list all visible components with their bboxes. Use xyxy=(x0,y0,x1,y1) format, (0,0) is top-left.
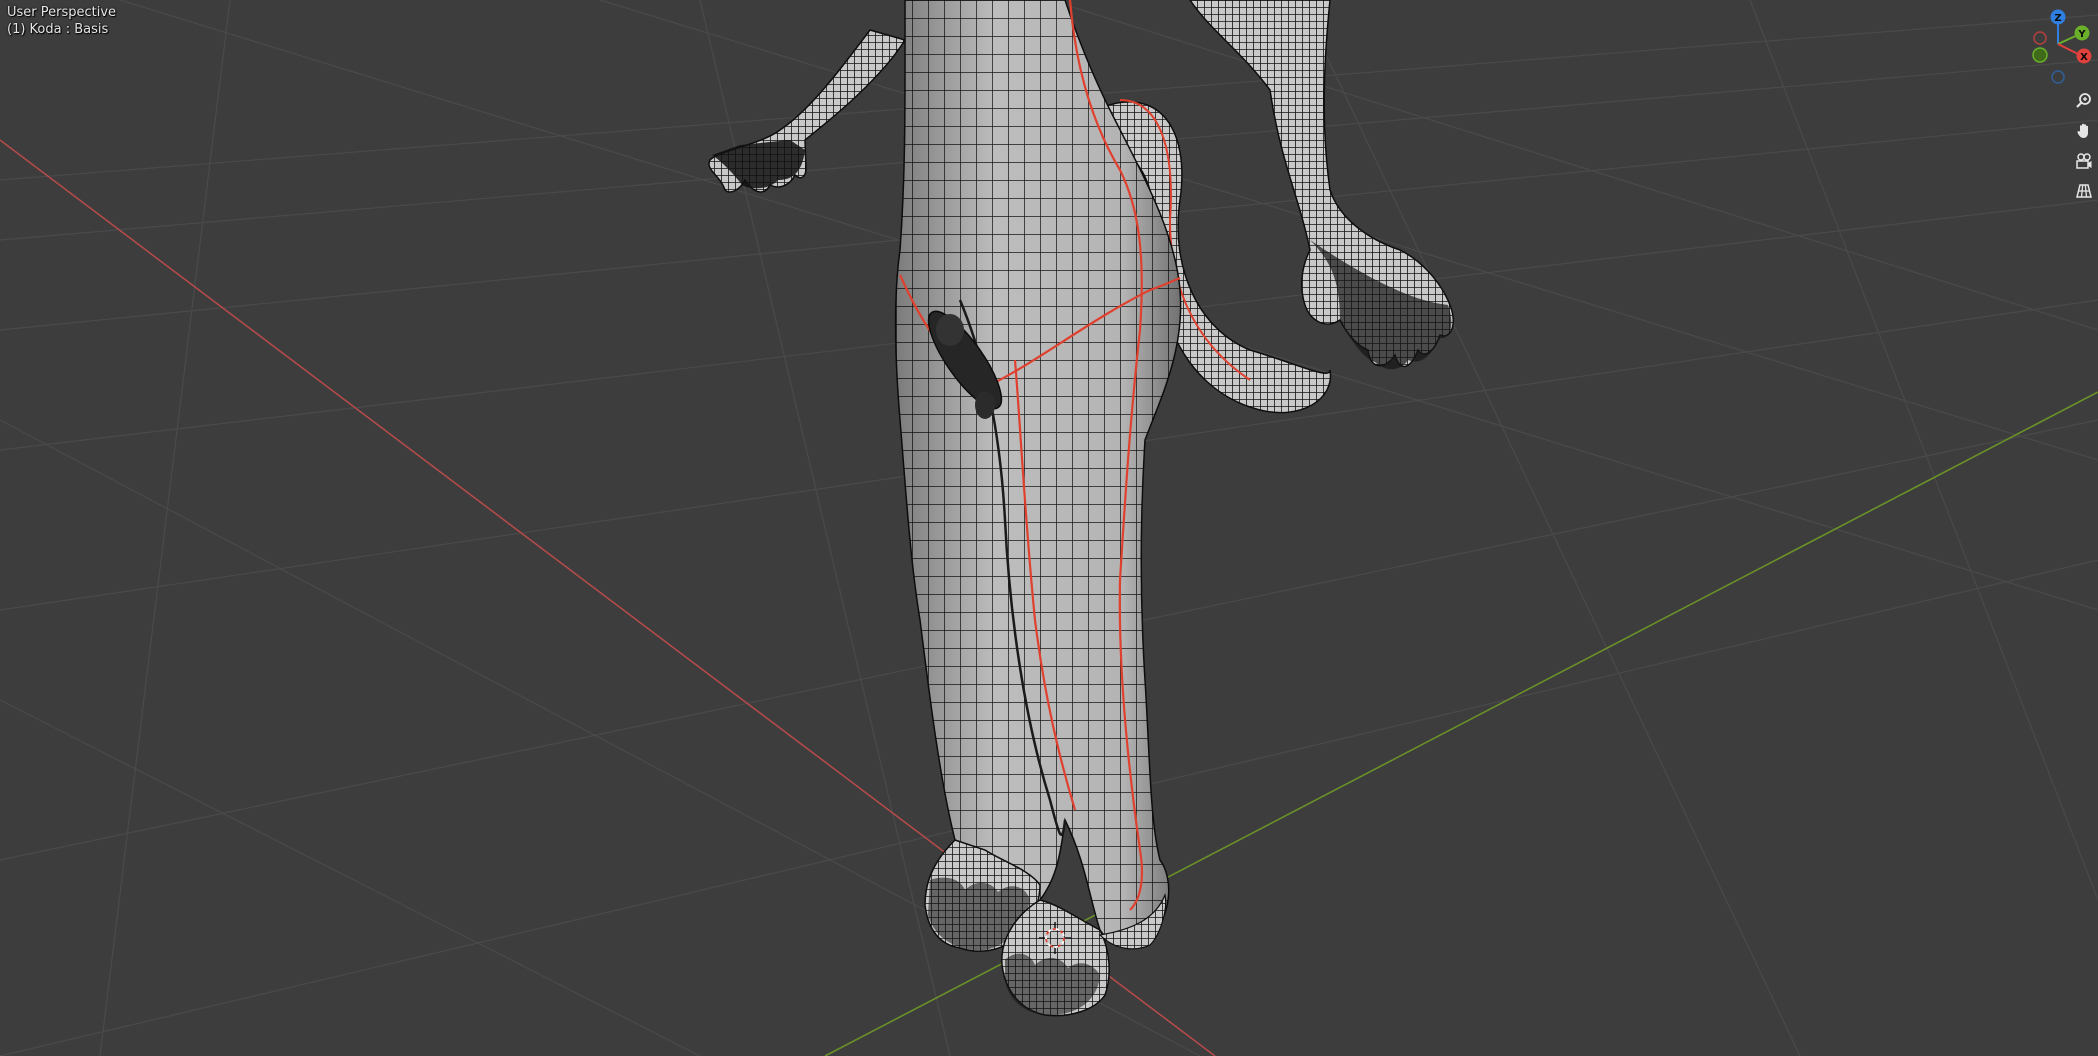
gizmo-z-axis[interactable]: Z xyxy=(2050,9,2066,25)
zoom-icon xyxy=(2076,93,2091,108)
gizmo-y-axis[interactable]: Y xyxy=(2074,25,2090,41)
3d-viewport[interactable]: User Perspective (1) Koda : Basis Z Y X xyxy=(0,0,2098,1056)
view-name-label: User Perspective xyxy=(7,5,117,20)
hand-pan-icon xyxy=(2077,123,2088,138)
object-info-label: (1) Koda : Basis xyxy=(7,22,109,37)
navigation-gizmo[interactable]: Z Y X xyxy=(2016,6,2094,84)
gizmo-x-axis[interactable]: X xyxy=(2076,48,2092,64)
camera-icon xyxy=(2076,153,2092,169)
gizmo-z-label: Z xyxy=(2054,13,2061,24)
scene-canvas[interactable] xyxy=(0,0,2098,1056)
pan-button[interactable] xyxy=(2071,118,2097,144)
gizmo-x-label: X xyxy=(2080,52,2088,63)
orthographic-toggle-button[interactable] xyxy=(2071,178,2097,204)
gizmo-y-label: Y xyxy=(2077,29,2086,40)
orthographic-grid-icon xyxy=(2076,184,2092,198)
camera-view-button[interactable] xyxy=(2071,148,2097,174)
zoom-button[interactable] xyxy=(2071,88,2097,114)
